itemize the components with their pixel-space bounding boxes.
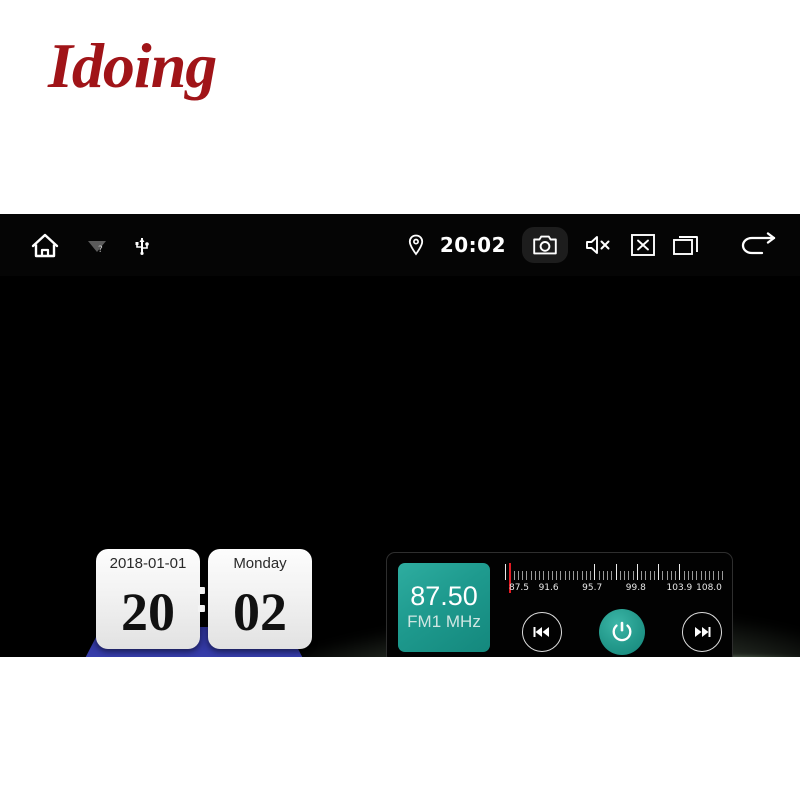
radio-scale-tick-label: 99.8 xyxy=(625,583,646,593)
radio-scale-tick-label: 103.9 xyxy=(666,583,693,593)
status-bar-right: 20:02 xyxy=(408,227,800,263)
svg-text:?: ? xyxy=(98,245,103,254)
radio-band-label: FM1 MHz xyxy=(407,611,481,631)
clock-date: 2018-01-01 xyxy=(109,554,187,572)
clock-minutes: 02 xyxy=(233,582,287,642)
head-unit-screen: ? 20:02 2018-01-01 20 Monday 02 87.50 FM… xyxy=(0,214,800,657)
power-icon[interactable] xyxy=(599,609,645,655)
radio-scale-tick-label: 87.5 xyxy=(508,583,530,593)
skip-previous-icon[interactable] xyxy=(522,612,562,652)
clock-colon-dot-bottom xyxy=(198,605,205,612)
clock-weekday: Monday xyxy=(233,554,287,572)
volume-mute-icon[interactable] xyxy=(584,234,614,256)
close-box-icon[interactable] xyxy=(630,233,656,257)
clock-card-minutes[interactable]: Monday 02 xyxy=(208,549,312,649)
skip-next-icon[interactable] xyxy=(682,612,722,652)
radio-scale-ticks xyxy=(505,563,723,580)
brand-logo: Idoing xyxy=(48,30,217,101)
radio-controls xyxy=(522,607,722,657)
status-bar: ? 20:02 xyxy=(0,214,800,276)
radio-widget[interactable]: 87.50 FM1 MHz 87.5 91.6 95.7 99.8 103.9 108.0 xyxy=(386,552,733,657)
back-arrow-icon[interactable] xyxy=(740,232,778,258)
radio-scale-tick-label: 91.6 xyxy=(538,583,559,593)
home-icon[interactable] xyxy=(30,231,60,259)
radio-scale-labels: 87.5 91.6 95.7 99.8 103.9 108.0 xyxy=(505,583,723,599)
location-pin-icon[interactable] xyxy=(408,234,424,256)
status-bar-clock: 20:02 xyxy=(439,233,506,257)
flip-clock-widget[interactable]: 2018-01-01 20 Monday 02 xyxy=(78,549,312,657)
camera-icon[interactable] xyxy=(522,227,568,263)
radio-frequency-value: 87.50 xyxy=(410,581,478,612)
radio-scale-tick-label: 95.7 xyxy=(582,583,603,593)
usb-icon[interactable] xyxy=(134,235,150,255)
wifi-unknown-icon[interactable]: ? xyxy=(86,236,108,254)
status-bar-left: ? xyxy=(0,231,150,259)
clock-colon-dot-top xyxy=(198,587,205,594)
recent-apps-icon[interactable] xyxy=(672,233,702,257)
clock-hours: 20 xyxy=(121,582,175,642)
clock-card-hours[interactable]: 2018-01-01 20 xyxy=(96,549,200,649)
radio-tuning-scale[interactable]: 87.5 91.6 95.7 99.8 103.9 108.0 xyxy=(505,563,723,603)
radio-frequency-tile[interactable]: 87.50 FM1 MHz xyxy=(398,563,490,652)
radio-scale-tick-label: 108.0 xyxy=(696,583,722,593)
